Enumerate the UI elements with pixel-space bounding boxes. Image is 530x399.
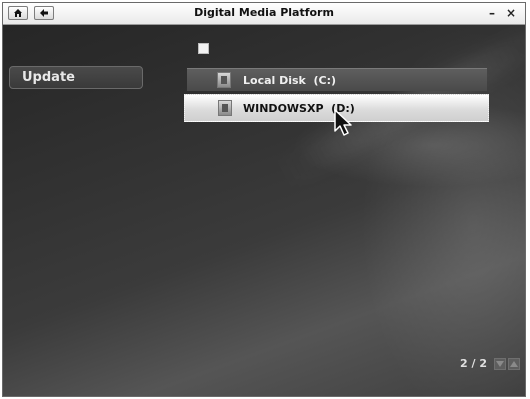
update-button[interactable]: Update [9, 66, 143, 89]
chevron-down-icon [496, 361, 504, 367]
main-content: Update Local Disk (C:) WINDOWSXP (D:) 2 … [3, 11, 525, 396]
app-window: Digital Media Platform – × Update Local … [2, 2, 526, 397]
title-bar: Digital Media Platform – × [3, 3, 525, 25]
page-next-button[interactable] [508, 358, 520, 370]
page-indicator: 2 / 2 [460, 357, 487, 370]
chevron-up-icon [510, 361, 518, 367]
drive-icon [218, 100, 232, 116]
page-prev-button[interactable] [494, 358, 506, 370]
drive-row-c[interactable]: Local Disk (C:) [187, 68, 487, 91]
close-button[interactable]: × [506, 5, 516, 21]
mouse-pointer-icon [334, 109, 352, 136]
drive-label: Local Disk (C:) [243, 74, 337, 87]
window-title: Digital Media Platform [194, 6, 334, 19]
select-all-checkbox[interactable] [198, 43, 209, 54]
drive-icon [217, 72, 231, 88]
minimize-button[interactable]: – [489, 5, 495, 21]
